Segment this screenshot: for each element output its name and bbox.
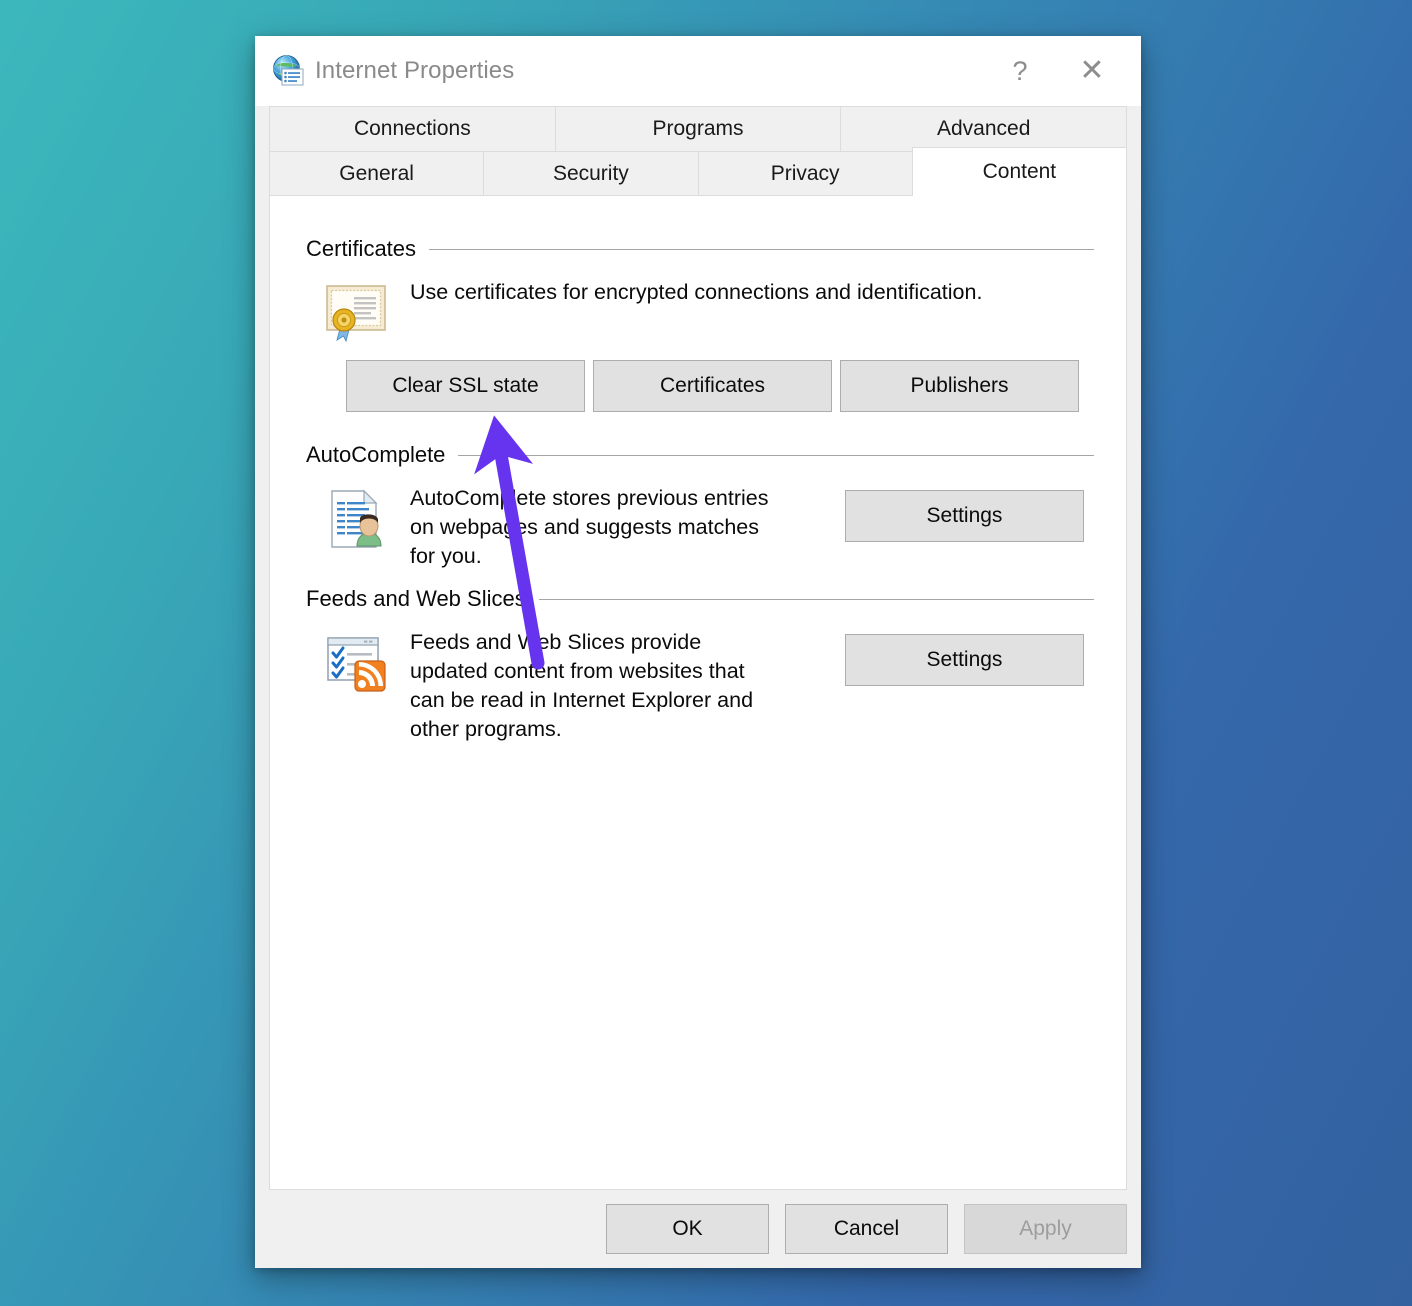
tab-programs[interactable]: Programs [555,106,841,151]
tab-general[interactable]: General [269,151,483,196]
feeds-section-title: Feeds and Web Slices [306,586,526,612]
certificates-description: Use certificates for encrypted connectio… [410,278,1094,307]
section-divider [458,455,1094,456]
feeds-section-header: Feeds and Web Slices [306,586,1094,612]
window-title: Internet Properties [315,57,514,85]
tab-row-2: General Security Privacy Content [269,151,1127,196]
feeds-settings-button[interactable]: Settings [845,634,1084,686]
certificate-icon [324,282,390,344]
feeds-section: Feeds and Web Slices [306,586,1094,744]
cancel-button[interactable]: Cancel [785,1204,948,1254]
autocomplete-section: AutoComplete [306,442,1094,571]
autocomplete-icon [324,488,390,550]
tab-advanced[interactable]: Advanced [840,106,1127,151]
autocomplete-settings-button[interactable]: Settings [845,490,1084,542]
tab-strip: Connections Programs Advanced General Se… [255,106,1141,196]
section-divider [429,249,1094,250]
section-divider [539,599,1094,600]
help-button[interactable]: ? [989,45,1051,97]
apply-button[interactable]: Apply [964,1204,1127,1254]
certificates-section-title: Certificates [306,236,416,262]
autocomplete-description-line: for you. [410,542,1094,571]
clear-ssl-state-button[interactable]: Clear SSL state [346,360,585,412]
certificates-button[interactable]: Certificates [593,360,832,412]
autocomplete-section-title: AutoComplete [306,442,445,468]
certificates-button-group: Clear SSL state Certificates Publishers [346,360,1079,412]
close-button[interactable]: ✕ [1061,45,1123,97]
tab-security[interactable]: Security [483,151,697,196]
tab-row-1: Connections Programs Advanced [269,106,1127,151]
tab-privacy[interactable]: Privacy [698,151,912,196]
autocomplete-section-header: AutoComplete [306,442,1094,468]
feeds-icon [324,632,390,694]
tab-connections[interactable]: Connections [269,106,555,151]
title-bar: Internet Properties ? ✕ [255,36,1141,106]
feeds-description-line: can be read in Internet Explorer and [410,686,1094,715]
certificates-section: Certificates [306,236,1094,344]
tab-content[interactable]: Content [912,147,1127,196]
feeds-description-line: other programs. [410,715,1094,744]
dialog-footer: OK Cancel Apply [255,1190,1141,1268]
internet-properties-dialog: Internet Properties ? ✕ Connections Prog… [255,36,1141,1268]
content-panel: Certificates [269,196,1127,1190]
certificates-section-header: Certificates [306,236,1094,262]
ok-button[interactable]: OK [606,1204,769,1254]
internet-properties-icon [272,54,306,88]
publishers-button[interactable]: Publishers [840,360,1079,412]
certificates-section-body: Use certificates for encrypted connectio… [306,268,1094,344]
